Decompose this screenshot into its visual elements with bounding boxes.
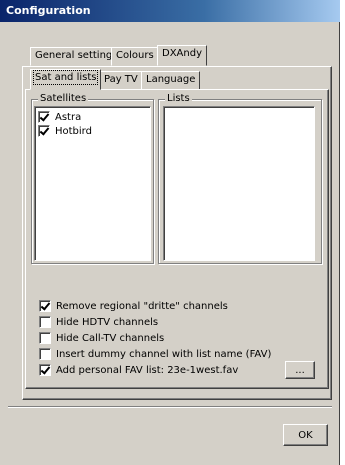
browse-fav-button-label: ... [295,364,305,376]
tab-pay-tv[interactable]: Pay TV [99,71,143,90]
tab-general-settings-label: General settings [35,50,118,61]
insert-dummy-checkbox[interactable] [39,348,51,360]
configuration-dialog: Configuration General settings Colours D… [0,0,340,465]
hide-call-tv-label: Hide Call-TV channels [56,332,165,344]
hotbird-checkbox[interactable] [38,125,50,137]
dxandy-panel: Sat and lists Pay TV Language Satellites… [22,66,332,400]
hide-call-tv-checkbox[interactable] [39,332,51,344]
option-remove-regional[interactable]: Remove regional "dritte" channels [39,299,228,313]
tab-general-settings[interactable]: General settings [30,47,123,66]
tab-dxandy-label: DXAndy [162,48,202,59]
hide-hdtv-checkbox[interactable] [39,316,51,328]
satellite-item-astra[interactable]: Astra [38,110,81,124]
ok-button-label: OK [298,429,313,441]
separator [8,406,332,408]
option-add-personal-fav[interactable]: Add personal FAV list: 23e-1west.fav [39,363,238,377]
lists-list[interactable] [163,106,315,261]
option-insert-dummy[interactable]: Insert dummy channel with list name (FAV… [39,347,271,361]
tab-language[interactable]: Language [141,71,201,90]
ok-button[interactable]: OK [283,424,328,446]
remove-regional-checkbox[interactable] [39,300,51,312]
sat-and-lists-panel: Satellites Astra Hotbird Lists Remove re… [25,89,329,389]
tab-colours-label: Colours [116,50,154,61]
hotbird-label: Hotbird [55,125,92,137]
title-bar[interactable]: Configuration [0,0,340,22]
tab-sat-and-lists[interactable]: Sat and lists [30,69,102,90]
tab-dxandy[interactable]: DXAndy [157,45,207,66]
satellites-list[interactable]: Astra Hotbird [34,106,151,261]
satellite-item-hotbird[interactable]: Hotbird [38,124,92,138]
satellites-label: Satellites [38,93,89,104]
insert-dummy-label: Insert dummy channel with list name (FAV… [56,348,272,360]
tab-language-label: Language [146,74,196,85]
tab-pay-tv-label: Pay TV [104,74,138,85]
tab-sat-and-lists-label: Sat and lists [32,70,99,85]
add-personal-fav-label: Add personal FAV list: 23e-1west.fav [56,364,239,376]
option-hide-call-tv[interactable]: Hide Call-TV channels [39,331,164,345]
remove-regional-label: Remove regional "dritte" channels [56,300,228,312]
browse-fav-button[interactable]: ... [285,361,315,379]
tab-colours[interactable]: Colours [111,47,159,66]
add-personal-fav-checkbox[interactable] [39,364,51,376]
lists-groupbox: Lists [158,93,322,264]
astra-checkbox[interactable] [38,111,50,123]
hide-hdtv-label: Hide HDTV channels [56,316,159,328]
window-title: Configuration [6,4,91,17]
astra-label: Astra [55,111,82,123]
lists-label: Lists [165,93,192,104]
satellites-groupbox: Satellites Astra Hotbird [31,93,154,264]
option-hide-hdtv[interactable]: Hide HDTV channels [39,315,158,329]
